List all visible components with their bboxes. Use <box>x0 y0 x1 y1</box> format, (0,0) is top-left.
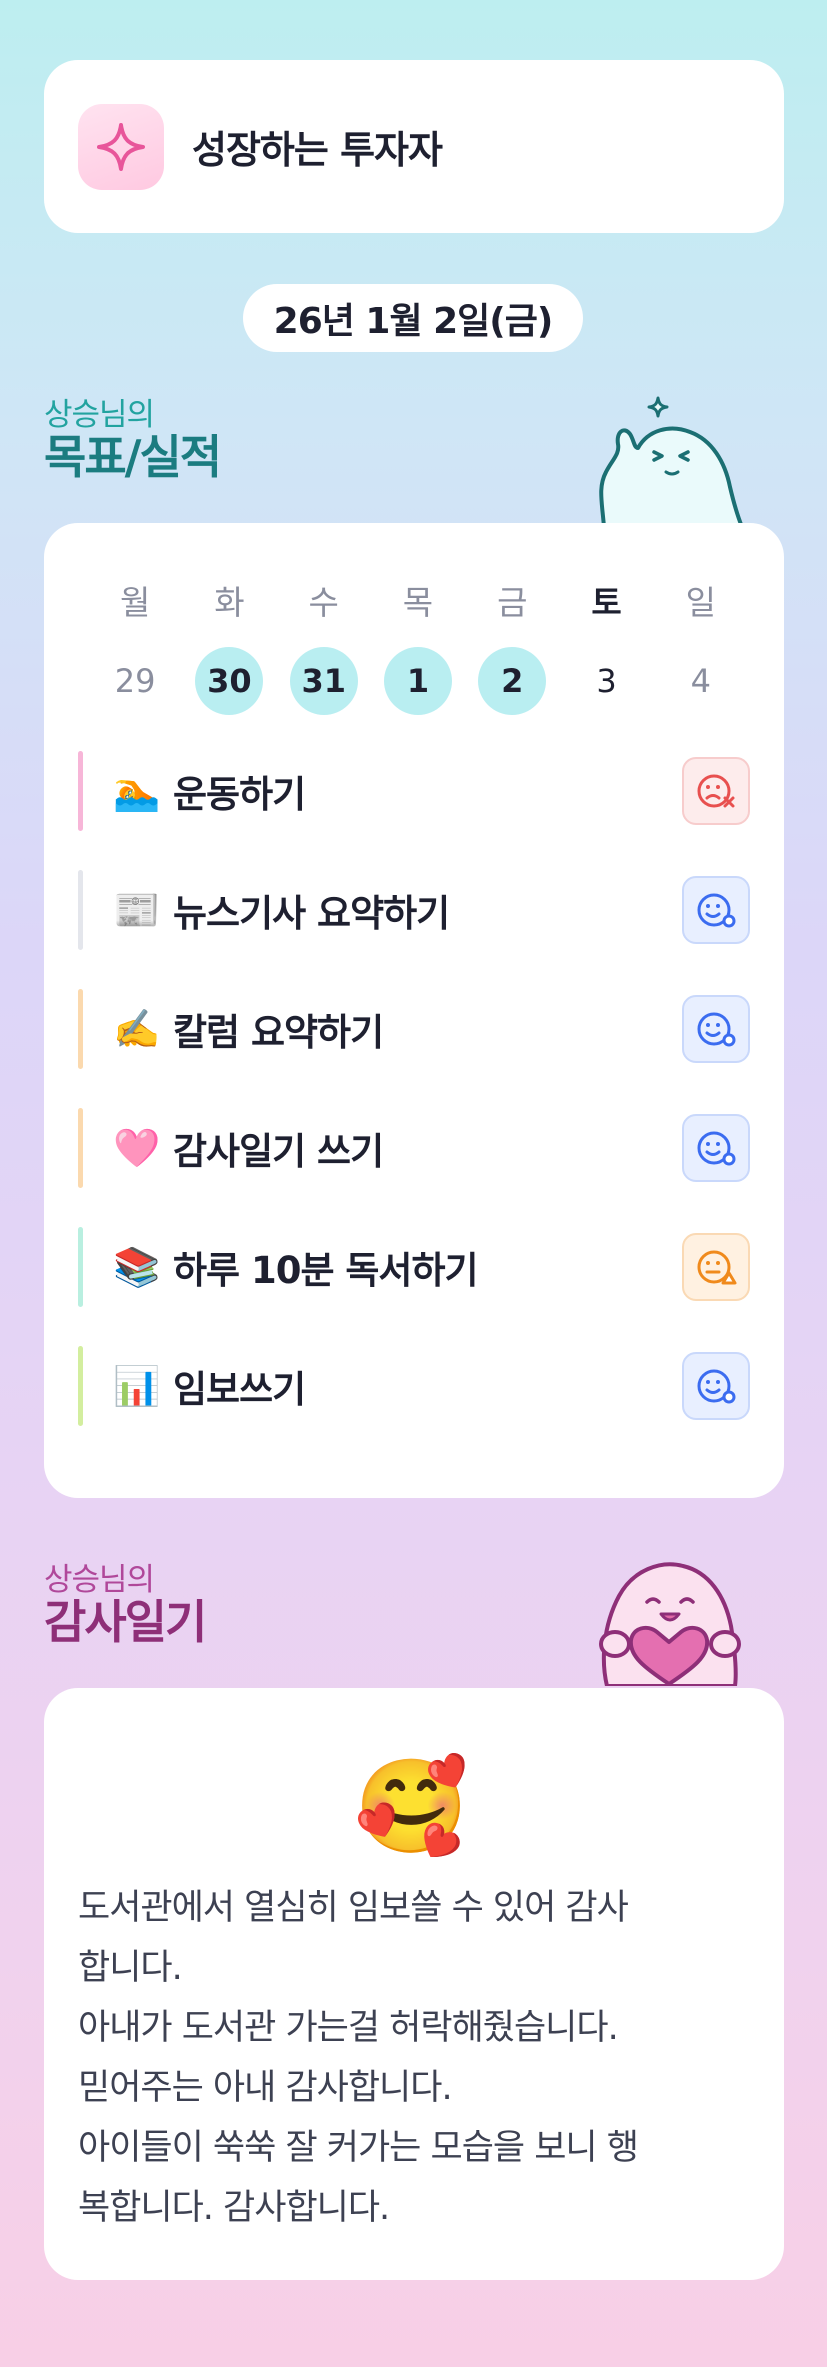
goal-row[interactable]: 📰 뉴스기사 요약하기 <box>78 870 750 950</box>
heart-mascot-illustration <box>599 1562 741 1686</box>
goal-color-bar <box>78 751 83 831</box>
calendar-day[interactable]: 2 <box>465 647 559 715</box>
status-good-icon[interactable] <box>682 1352 750 1420</box>
pink-heart-icon: 🩷 <box>113 1125 161 1170</box>
goal-color-bar <box>78 870 83 950</box>
swimmer-icon: 🏊 <box>113 768 161 813</box>
gratitude-diary-card[interactable]: 🥰 도서관에서 열심히 임보쓸 수 있어 감사 합니다. 아내가 도서관 가는걸… <box>44 1688 784 2280</box>
week-calendar: 월 화 수 목 금 토 일 29 30 31 1 2 3 4 <box>88 578 748 715</box>
calendar-day[interactable]: 4 <box>654 647 748 715</box>
day-number-completed: 1 <box>383 647 452 715</box>
profile-name: 성장하는 투자자 <box>192 128 443 172</box>
goal-label: 하루 10분 독서하기 <box>173 1249 479 1292</box>
weekday-label-selected: 토 <box>591 583 622 622</box>
date-row: 29 30 31 1 2 3 4 <box>88 647 748 715</box>
day-number-completed: 30 <box>195 647 264 715</box>
diary-section-title: 감사일기 <box>44 1595 207 1649</box>
day-number: 4 <box>690 662 711 700</box>
status-good-icon[interactable] <box>682 1114 750 1182</box>
diary-section-subtitle: 상승님의 <box>44 1562 155 1598</box>
status-warn-icon[interactable] <box>682 1233 750 1301</box>
goal-label: 운동하기 <box>173 773 306 816</box>
goals-section-subtitle: 상승님의 <box>44 397 155 433</box>
status-fail-icon[interactable] <box>682 757 750 825</box>
calendar-day[interactable]: 30 <box>182 647 276 715</box>
ghost-mascot-illustration <box>599 396 744 527</box>
weekday-label: 수 <box>308 583 339 622</box>
smiling-face-with-hearts-icon: 🥰 <box>354 1753 469 1860</box>
weekday-row: 월 화 수 목 금 토 일 <box>88 578 748 628</box>
goal-label: 임보쓰기 <box>173 1368 306 1411</box>
weekday-label: 월 <box>119 583 151 622</box>
goals-section-title: 목표/실적 <box>44 430 222 484</box>
weekday-label: 금 <box>497 583 528 622</box>
goal-row[interactable]: ✍️ 칼럼 요약하기 <box>78 989 750 1069</box>
goal-color-bar <box>78 1108 83 1188</box>
weekday-label: 목 <box>402 583 434 622</box>
goal-row[interactable]: 📊 임보쓰기 <box>78 1346 750 1426</box>
goal-row[interactable]: 📚 하루 10분 독서하기 <box>78 1227 750 1307</box>
diary-line: 아내가 도서관 가는걸 허락해줬습니다. <box>78 2008 619 2048</box>
diary-line: 아이들이 쑥쑥 잘 커가는 모습을 보니 행 <box>78 2128 639 2168</box>
status-good-icon[interactable] <box>682 995 750 1063</box>
day-number-completed: 2 <box>478 647 547 715</box>
sparkle-icon <box>78 103 164 190</box>
goal-color-bar <box>78 989 83 1069</box>
calendar-day[interactable]: 31 <box>277 647 371 715</box>
date-label[interactable]: 26년 1월 2일(금) <box>243 284 583 352</box>
diary-line: 복합니다. 감사합니다. <box>78 2188 390 2228</box>
goals-card: 월 화 수 목 금 토 일 29 30 31 1 2 3 4 🏊 운동하기 📰 … <box>44 523 784 1498</box>
diary-section-heading: 상승님의 감사일기 <box>44 1562 207 1649</box>
diary-text: 도서관에서 열심히 임보쓸 수 있어 감사 합니다. 아내가 도서관 가는걸 허… <box>78 1878 753 2238</box>
writing-hand-icon: ✍️ <box>113 1006 161 1051</box>
goal-label: 감사일기 쓰기 <box>173 1130 384 1173</box>
day-number: 29 <box>114 662 156 700</box>
goal-label: 뉴스기사 요약하기 <box>173 892 450 935</box>
goals-section-heading: 상승님의 목표/실적 <box>44 397 222 484</box>
weekday-label: 일 <box>685 583 717 622</box>
diary-line: 도서관에서 열심히 임보쓸 수 있어 감사 <box>78 1888 629 1928</box>
diary-line: 합니다. <box>78 1948 183 1988</box>
weekday-label: 화 <box>214 583 245 622</box>
goal-label: 칼럼 요약하기 <box>173 1011 384 1054</box>
goal-row[interactable]: 🩷 감사일기 쓰기 <box>78 1108 750 1188</box>
calendar-day[interactable]: 3 <box>559 647 653 715</box>
goal-row[interactable]: 🏊 운동하기 <box>78 751 750 831</box>
books-icon: 📚 <box>113 1244 161 1289</box>
goal-color-bar <box>78 1227 83 1307</box>
bar-chart-icon: 📊 <box>113 1363 161 1408</box>
calendar-day[interactable]: 29 <box>88 647 182 715</box>
status-good-icon[interactable] <box>682 876 750 944</box>
profile-card[interactable]: 성장하는 투자자 <box>44 60 784 233</box>
goal-color-bar <box>78 1346 83 1426</box>
day-number: 3 <box>596 662 617 700</box>
diary-line: 믿어주는 아내 감사합니다. <box>78 2068 453 2108</box>
newspaper-icon: 📰 <box>113 887 161 932</box>
calendar-day[interactable]: 1 <box>371 647 465 715</box>
day-number-completed: 31 <box>289 647 358 715</box>
